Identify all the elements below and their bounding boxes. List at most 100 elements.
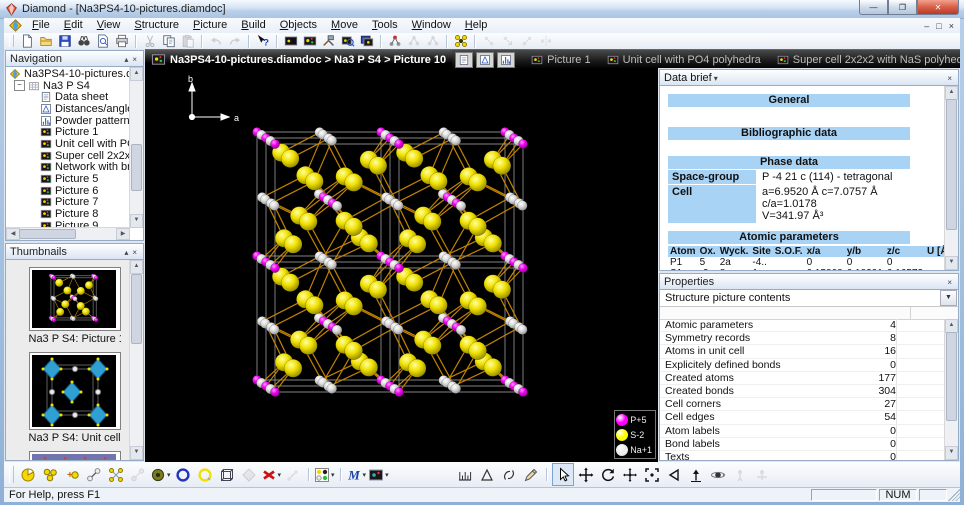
property-row[interactable]: Created bonds304 — [660, 385, 944, 398]
scroll-thumb[interactable] — [131, 144, 142, 191]
open-button[interactable] — [37, 34, 54, 49]
redo-button[interactable] — [226, 34, 243, 49]
tab[interactable]: Super cell 2x2x2 with NaS polyhedron — [769, 54, 960, 66]
measure-angle-button[interactable] — [477, 464, 497, 485]
menu-objects[interactable]: Objects — [273, 18, 324, 33]
property-row[interactable]: Texts0 — [660, 451, 944, 460]
tree-item[interactable]: Picture 6 — [6, 185, 129, 197]
scroll-thumb[interactable] — [19, 229, 76, 239]
scroll-down-icon[interactable]: ▼ — [130, 446, 143, 460]
menu-window[interactable]: Window — [405, 18, 458, 33]
tree-item[interactable]: Network with broken-off ... — [6, 162, 129, 174]
tree-item[interactable]: Picture 1 — [6, 126, 129, 138]
ring-blue-button[interactable] — [173, 464, 193, 485]
unit-cell-button[interactable] — [217, 464, 237, 485]
maximize-button[interactable]: ❐ — [888, 0, 917, 15]
sym-invert-button[interactable] — [518, 34, 535, 49]
scroll-thumb[interactable] — [131, 274, 142, 344]
menu-move[interactable]: Move — [324, 18, 365, 33]
scroll-up-icon[interactable]: ▲ — [130, 67, 143, 81]
databrief-vscrollbar[interactable]: ▲ ▼ — [944, 86, 958, 270]
zoom-frame-button[interactable] — [642, 464, 662, 485]
new-button[interactable] — [18, 34, 35, 49]
print-preview-button[interactable] — [94, 34, 111, 49]
toolbar-grip[interactable] — [9, 35, 14, 46]
scroll-up-icon[interactable]: ▲ — [130, 260, 143, 274]
property-row[interactable]: Atomic parameters4 — [660, 319, 944, 332]
property-row[interactable]: Symmetry records8 — [660, 332, 944, 345]
tree-item[interactable]: Unit cell with PO4 polyhedra — [6, 138, 129, 150]
close-icon[interactable]: × — [130, 55, 139, 64]
connectivity-button[interactable] — [128, 464, 148, 485]
atoms-palette-button[interactable]: ▾ — [314, 464, 335, 485]
close-icon[interactable]: × — [130, 248, 139, 257]
property-row[interactable]: Created atoms177 — [660, 372, 944, 385]
menu-structure[interactable]: Structure — [127, 18, 186, 33]
cut-button[interactable] — [141, 34, 158, 49]
picture-zoom-button[interactable] — [339, 34, 356, 49]
expander-icon[interactable]: − — [14, 80, 25, 91]
packing-button[interactable] — [106, 464, 126, 485]
scroll-left-icon[interactable]: ◀ — [6, 228, 20, 240]
property-row[interactable]: Atom labels0 — [660, 425, 944, 438]
paste-button[interactable] — [179, 34, 196, 49]
atom-design-button[interactable]: ▾ — [150, 464, 171, 485]
mdi-restore-button[interactable]: □ — [936, 21, 941, 31]
property-row[interactable]: Atoms in unit cell16 — [660, 345, 944, 358]
property-row[interactable]: Bond labels0 — [660, 438, 944, 451]
scroll-down-icon[interactable]: ▼ — [130, 214, 143, 228]
property-row[interactable]: Explicitely defined bonds0 — [660, 359, 944, 372]
property-row[interactable]: Cell edges54 — [660, 411, 944, 424]
tree-item[interactable]: Data sheet — [6, 91, 129, 103]
menu-build[interactable]: Build — [234, 18, 272, 33]
scroll-down-icon[interactable]: ▼ — [945, 446, 958, 460]
view-top-button[interactable] — [686, 464, 706, 485]
ring-yellow-button[interactable] — [195, 464, 215, 485]
sketch-button[interactable] — [521, 464, 541, 485]
pan-view-button[interactable] — [576, 464, 596, 485]
sym-rotate-button[interactable] — [480, 34, 497, 49]
spin-button[interactable] — [708, 464, 728, 485]
tree-item[interactable]: Super cell 2x2x2 with NaS polyhedron — [6, 150, 129, 162]
scroll-up-icon[interactable]: ▲ — [945, 86, 958, 100]
menu-help[interactable]: Help — [458, 18, 495, 33]
resize-grip[interactable] — [948, 489, 960, 501]
copy-button[interactable] — [160, 34, 177, 49]
nav-hscrollbar[interactable]: ◀ ▶ — [6, 227, 130, 240]
close-button[interactable]: ✕ — [917, 0, 959, 15]
molecule-move-button[interactable] — [405, 34, 422, 49]
pin-icon[interactable]: ▴ — [122, 248, 130, 257]
thumbs-vscrollbar[interactable]: ▲ ▼ — [129, 260, 143, 460]
quick-tab-distances-button[interactable] — [476, 52, 494, 68]
measure-distance-button[interactable] — [455, 464, 475, 485]
chevron-down-icon[interactable]: ▾ — [712, 74, 720, 83]
menu-view[interactable]: View — [90, 18, 128, 33]
tree-item[interactable]: Picture 5 — [6, 173, 129, 185]
delete-bonds-button[interactable]: ▾ — [261, 464, 282, 485]
tree-item[interactable]: Picture 9 — [6, 220, 129, 227]
rotate-view-button[interactable] — [598, 464, 618, 485]
pin-icon[interactable]: ▴ — [122, 55, 130, 64]
thumbnail-item[interactable]: Na3 P S4: Picture 1 — [29, 267, 121, 345]
atom-cluster-button[interactable] — [40, 464, 60, 485]
scroll-right-icon[interactable]: ▶ — [116, 228, 130, 240]
structure-canvas[interactable]: ba P+5S-2Na+1 — [145, 68, 658, 462]
tree-item[interactable]: Powder pattern — [6, 115, 129, 127]
thumbnail-item[interactable]: Na3 P S4: Unit cell with P... — [29, 352, 121, 444]
property-row[interactable]: Cell corners27 — [660, 398, 944, 411]
measure-torsion-button[interactable] — [499, 464, 519, 485]
picture-layers-button[interactable] — [358, 34, 375, 49]
molecule-red-button[interactable] — [386, 34, 403, 49]
chevron-down-icon[interactable]: ▾ — [278, 471, 282, 479]
chevron-down-icon[interactable]: ▼ — [940, 290, 957, 306]
menu-edit[interactable]: Edit — [57, 18, 90, 33]
pointer-button[interactable] — [552, 463, 574, 486]
polyhedra-button[interactable] — [239, 464, 259, 485]
picture-export-button[interactable]: ▾ — [368, 464, 389, 485]
menu-picture[interactable]: Picture — [186, 18, 234, 33]
save-button[interactable] — [56, 34, 73, 49]
picture-new-button[interactable] — [301, 34, 318, 49]
toolbar-grip[interactable] — [9, 466, 14, 484]
pack-atoms-button[interactable] — [452, 34, 469, 49]
quick-tab-powder-button[interactable] — [497, 52, 515, 68]
